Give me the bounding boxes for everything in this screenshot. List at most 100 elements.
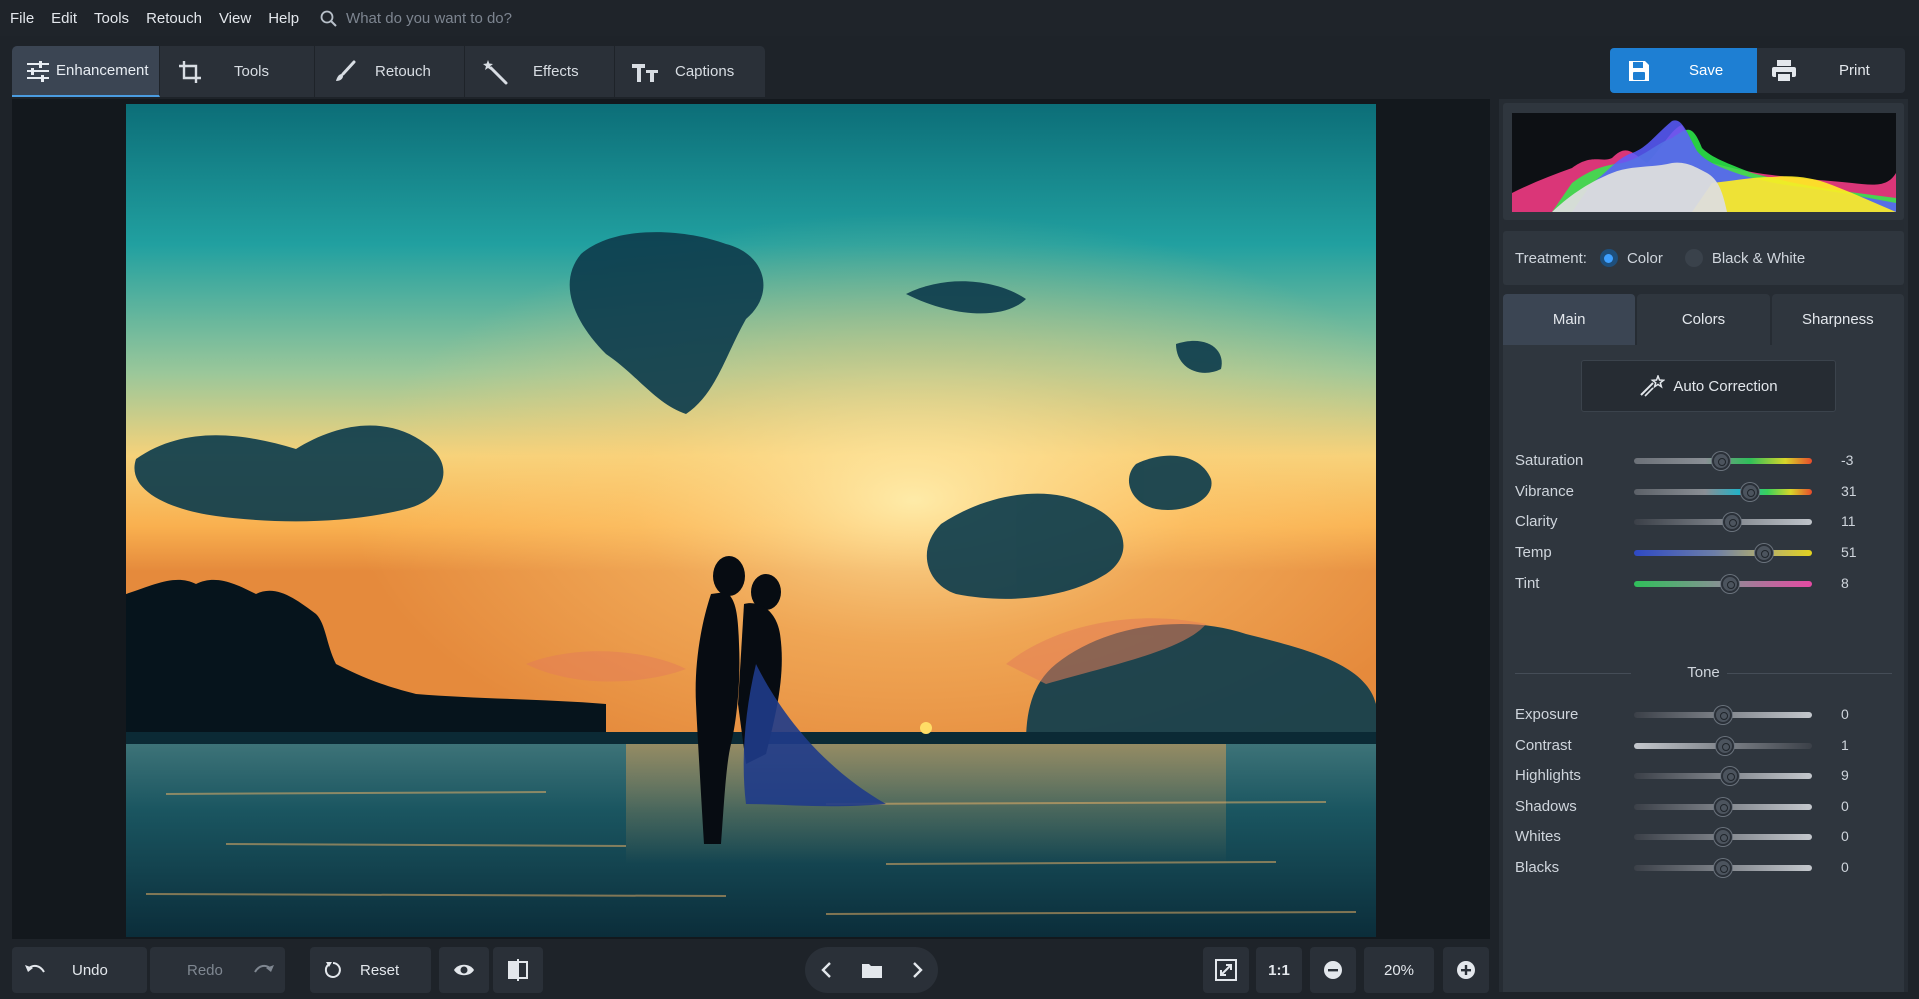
tab-captions[interactable]: Captions <box>615 46 765 97</box>
treatment-label: Treatment: <box>1515 249 1587 267</box>
menu-tools[interactable]: Tools <box>94 10 129 27</box>
histogram <box>1503 103 1904 220</box>
tab-colors[interactable]: Colors <box>1637 294 1770 345</box>
slider-value: 11 <box>1841 513 1856 529</box>
sliders-icon <box>24 57 52 85</box>
temp-handle[interactable] <box>1754 544 1773 562</box>
redo-button[interactable]: Redo <box>150 947 285 993</box>
slider-value: 0 <box>1841 798 1849 814</box>
slider-label: Tint <box>1515 575 1540 592</box>
highlights-track[interactable] <box>1634 767 1812 785</box>
tab-label: Retouch <box>375 63 431 80</box>
temp-track[interactable] <box>1634 544 1812 562</box>
slider-value: 0 <box>1841 859 1849 875</box>
auto-correction-button[interactable]: Auto Correction <box>1581 360 1836 412</box>
print-label: Print <box>1839 62 1870 79</box>
compare-button[interactable] <box>493 947 543 993</box>
save-button[interactable]: Save <box>1610 48 1757 93</box>
print-button[interactable]: Print <box>1757 48 1905 93</box>
saturation-track[interactable] <box>1634 452 1812 470</box>
file-navigator <box>805 947 938 993</box>
redo-label: Redo <box>187 961 223 979</box>
whites-slider-row: Whites 0 <box>1503 822 1904 852</box>
printer-icon <box>1771 59 1797 83</box>
save-label: Save <box>1689 62 1724 79</box>
black-white-option-label[interactable]: Black & White <box>1712 250 1805 267</box>
photo-preview[interactable] <box>126 104 1376 937</box>
image-canvas[interactable] <box>12 99 1490 939</box>
menu-view[interactable]: View <box>219 10 251 27</box>
black-white-radio[interactable] <box>1684 249 1703 267</box>
slider-value: -3 <box>1841 452 1854 468</box>
color-option-label[interactable]: Color <box>1627 250 1663 267</box>
highlights-slider-row: Highlights 9 <box>1503 761 1904 791</box>
zoom-level[interactable]: 20% <box>1364 947 1434 993</box>
main-toolbar: Enhancement Tools Retouch Effects Captio… <box>12 46 765 97</box>
slider-label: Exposure <box>1515 706 1579 723</box>
slider-label: Whites <box>1515 828 1561 845</box>
zoom-in-button[interactable] <box>1443 947 1489 993</box>
blacks-track[interactable] <box>1634 859 1812 877</box>
contrast-handle[interactable] <box>1715 737 1734 755</box>
chevron-left-icon[interactable] <box>820 961 832 979</box>
split-view-icon <box>508 959 528 981</box>
command-search[interactable]: What do you want to do? <box>320 10 512 27</box>
search-placeholder: What do you want to do? <box>346 9 512 27</box>
reset-button[interactable]: Reset <box>310 947 431 993</box>
magic-stars-icon <box>1639 375 1666 397</box>
contrast-slider-row: Contrast 1 <box>1503 731 1904 761</box>
shadows-handle[interactable] <box>1714 798 1732 816</box>
tab-main[interactable]: Main <box>1503 294 1636 345</box>
preview-before-button[interactable] <box>439 947 489 993</box>
exposure-track[interactable] <box>1634 706 1812 724</box>
treatment-selector: Treatment: Color Black & White <box>1503 231 1904 285</box>
tab-enhancement[interactable]: Enhancement <box>12 46 160 97</box>
vibrance-handle[interactable] <box>1740 483 1759 501</box>
tint-track[interactable] <box>1634 575 1812 593</box>
floppy-disk-icon <box>1628 60 1650 82</box>
vibrance-track[interactable] <box>1634 483 1812 501</box>
tint-handle[interactable] <box>1721 575 1740 593</box>
folder-icon[interactable] <box>861 961 883 979</box>
highlights-handle[interactable] <box>1721 767 1740 785</box>
shadows-slider-row: Shadows 0 <box>1503 792 1904 822</box>
fit-to-screen-button[interactable] <box>1203 947 1249 993</box>
tab-sharpness[interactable]: Sharpness <box>1771 294 1904 345</box>
main-tab-content: Auto Correction Saturation -3 Vibrance 3… <box>1503 345 1904 992</box>
menu-file[interactable]: File <box>10 10 34 27</box>
panel-tabs: Main Colors Sharpness <box>1503 294 1904 345</box>
clarity-track[interactable] <box>1634 513 1812 531</box>
tab-label: Captions <box>675 63 735 80</box>
tab-retouch[interactable]: Retouch <box>315 46 465 97</box>
slider-value: 9 <box>1841 767 1849 783</box>
bottom-bar: Undo Redo Reset 1:1 20% <box>0 941 1495 999</box>
clarity-handle[interactable] <box>1722 513 1741 531</box>
blacks-slider-row: Blacks 0 <box>1503 853 1904 883</box>
menu-help[interactable]: Help <box>268 10 299 27</box>
histogram-graph <box>1512 120 1896 212</box>
tab-tools[interactable]: Tools <box>160 46 315 97</box>
whites-handle[interactable] <box>1714 828 1732 846</box>
menu-retouch[interactable]: Retouch <box>146 10 202 27</box>
shadows-track[interactable] <box>1634 798 1812 816</box>
tab-effects[interactable]: Effects <box>465 46 615 97</box>
blacks-handle[interactable] <box>1714 859 1732 877</box>
undo-button[interactable]: Undo <box>12 947 147 993</box>
slider-value: 1 <box>1841 737 1849 753</box>
auto-correction-label: Auto Correction <box>1673 377 1778 395</box>
magic-wand-icon <box>481 58 509 86</box>
slider-value: 0 <box>1841 706 1849 722</box>
menu-edit[interactable]: Edit <box>51 10 77 27</box>
chevron-right-icon[interactable] <box>912 961 924 979</box>
expand-icon <box>1215 959 1237 981</box>
zoom-out-button[interactable] <box>1310 947 1356 993</box>
crop-icon <box>176 58 204 86</box>
saturation-handle[interactable] <box>1712 452 1731 470</box>
actual-size-button[interactable]: 1:1 <box>1256 947 1302 993</box>
color-radio[interactable] <box>1599 249 1618 267</box>
vibrance-slider-row: Vibrance 31 <box>1503 477 1904 507</box>
whites-track[interactable] <box>1634 828 1812 846</box>
exposure-handle[interactable] <box>1714 706 1732 724</box>
contrast-track[interactable] <box>1634 737 1812 755</box>
slider-value: 51 <box>1841 544 1857 560</box>
